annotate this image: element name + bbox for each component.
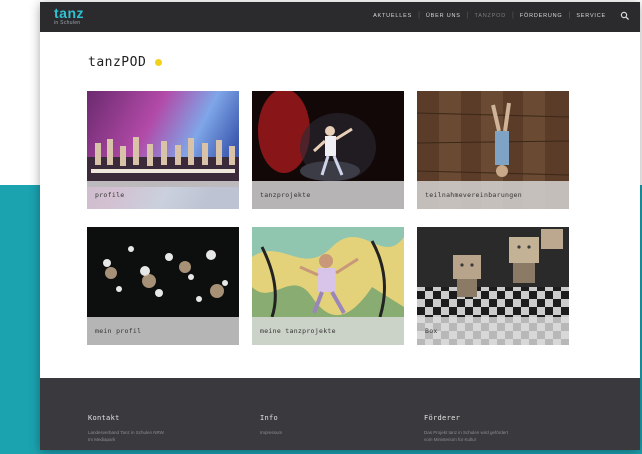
- tile-teilnahmevereinbarungen[interactable]: teilnahmevereinbarungen: [417, 91, 569, 209]
- footer-text: Im Mediapark: [88, 437, 116, 442]
- footer-column-foerderer: Förderer Das Projekt tanz in Schulen wir…: [424, 414, 508, 442]
- tile-label: tanzprojekte: [260, 191, 311, 199]
- tile-label: meine tanzprojekte: [260, 327, 336, 335]
- logo-wordmark: tanz: [54, 5, 84, 21]
- footer-column-info: Info Impressum: [260, 414, 282, 435]
- tile-profile[interactable]: profile: [87, 91, 239, 209]
- tile-label: Box: [425, 327, 438, 335]
- site-footer: Kontakt Landesverband Tanz in Schulen NR…: [40, 378, 640, 450]
- page-title: tanzPOD: [88, 55, 147, 70]
- footer-column-kontakt: Kontakt Landesverband Tanz in Schulen NR…: [88, 414, 164, 442]
- tile-label: teilnahmevereinbarungen: [425, 191, 522, 199]
- main-nav: Aktuelles | Über uns | tanzPOD | Förderu…: [367, 12, 612, 19]
- footer-text: Landesverband Tanz in Schulen NRW: [88, 430, 164, 435]
- logo-tagline: in Schulen: [54, 20, 81, 26]
- footer-heading: Förderer: [424, 414, 461, 422]
- footer-link-impressum[interactable]: Impressum: [260, 430, 282, 435]
- nav-item-aktuelles[interactable]: Aktuelles: [367, 13, 418, 19]
- tile-label: profile: [95, 191, 125, 199]
- tile-label-bar: [417, 317, 569, 345]
- page-title-row: tanzPOD: [88, 55, 163, 70]
- site-logo[interactable]: tanz in Schulen: [54, 6, 84, 26]
- top-navigation-bar: tanz in Schulen Aktuelles | Über uns | t…: [40, 2, 640, 32]
- tile-meine-tanzprojekte[interactable]: meine tanzprojekte: [252, 227, 404, 345]
- title-accent-dot: [155, 59, 163, 66]
- footer-heading: Kontakt: [88, 414, 120, 422]
- footer-heading: Info: [260, 414, 279, 422]
- tile-label: mein profil: [95, 327, 142, 335]
- nav-item-tanzpod[interactable]: tanzPOD: [469, 13, 512, 19]
- tile-box[interactable]: Box: [417, 227, 569, 345]
- search-icon[interactable]: [620, 11, 630, 21]
- tile-tanzprojekte[interactable]: tanzprojekte: [252, 91, 404, 209]
- footer-text: Das Projekt tanz in Schulen wird geförde…: [424, 430, 509, 435]
- nav-item-ueber-uns[interactable]: Über uns: [420, 13, 467, 19]
- tile-mein-profil[interactable]: mein profil: [87, 227, 239, 345]
- website-mockup: tanz in Schulen Aktuelles | Über uns | t…: [40, 2, 640, 450]
- nav-item-foerderung[interactable]: Förderung: [514, 13, 569, 19]
- nav-item-service[interactable]: Service: [570, 13, 612, 19]
- footer-text: vom Ministerium für Kultur: [424, 437, 477, 442]
